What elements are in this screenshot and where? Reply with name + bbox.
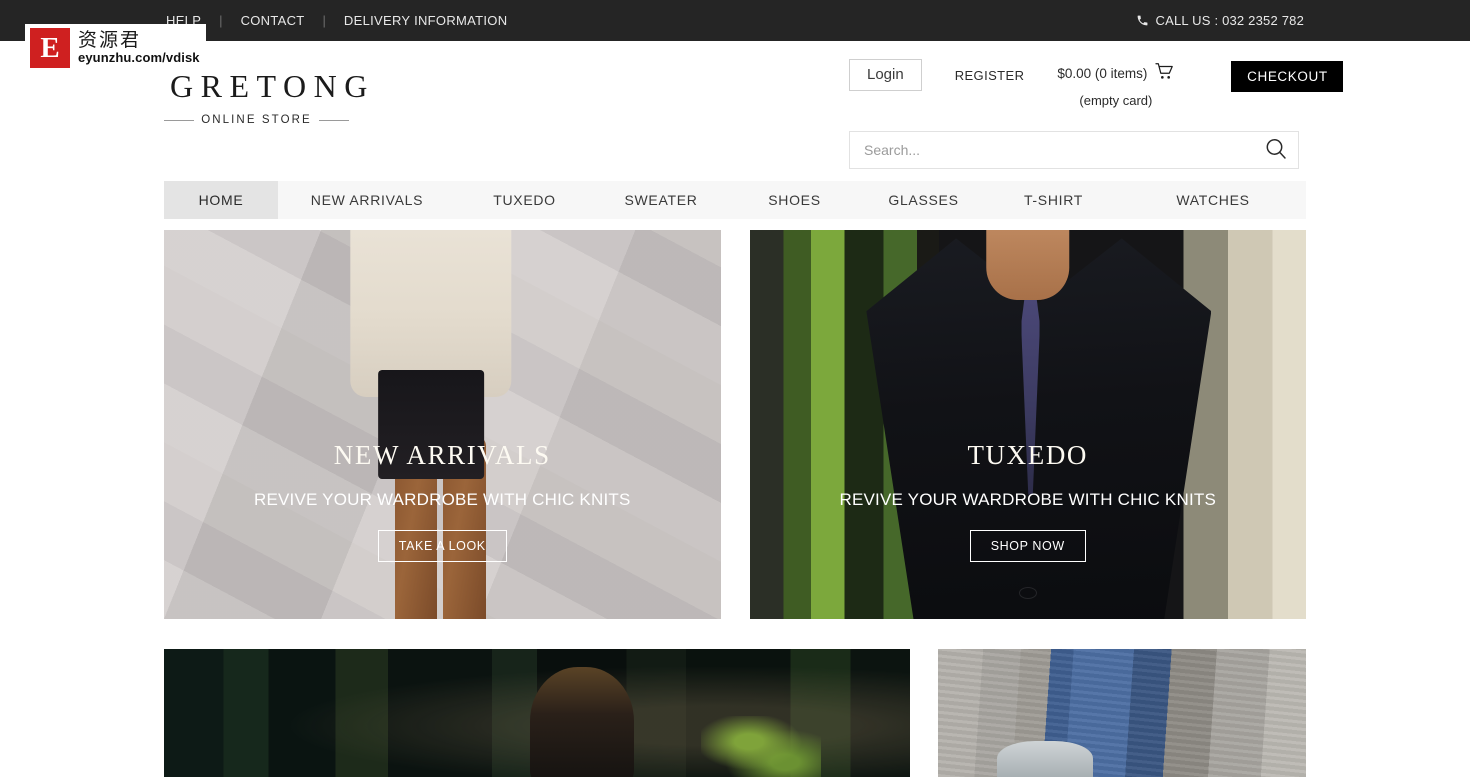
nav-item-tuxedo[interactable]: TUXEDO (456, 181, 593, 219)
search-icon (1264, 137, 1288, 164)
shop-now-button[interactable]: SHOP NOW (969, 530, 1086, 562)
nav-item-watches[interactable]: WATCHES (1120, 181, 1306, 219)
promo-tile-row (164, 649, 1306, 777)
nav-item-sweater[interactable]: SWEATER (593, 181, 729, 219)
hero-banner-row: NEW ARRIVALS REVIVE YOUR WARDROBE WITH C… (164, 230, 1306, 619)
logo-subtitle: ONLINE STORE (201, 114, 312, 126)
nav-item-t-shirt[interactable]: T-SHIRT (987, 181, 1120, 219)
cart-total-text: $0.00 (0 items) (1057, 65, 1148, 81)
take-a-look-button[interactable]: TAKE A LOOK (377, 530, 507, 562)
main-navigation: HOME NEW ARRIVALS TUXEDO SWEATER SHOES G… (164, 181, 1306, 219)
register-link[interactable]: REGISTER (955, 68, 1025, 83)
search-bar (849, 131, 1299, 169)
watermark-url-text: eyunzhu.com/vdisk (78, 49, 200, 65)
call-us-text: CALL US : 032 2352 782 (1155, 13, 1304, 28)
checkout-button[interactable]: CHECKOUT (1231, 61, 1344, 92)
logo-subtitle-row: ONLINE STORE (164, 114, 349, 126)
top-link-separator-1: | (219, 13, 223, 28)
nav-item-shoes[interactable]: SHOES (729, 181, 860, 219)
top-links: HELP | CONTACT | DELIVERY INFORMATION (166, 13, 507, 28)
carousel-indicator-icon[interactable] (1018, 587, 1037, 599)
account-toolbar: Login REGISTER $0.00 (0 items) (empty ca… (849, 59, 1344, 108)
top-link-delivery-information[interactable]: DELIVERY INFORMATION (344, 13, 507, 28)
logo-wordmark: GRETONG (170, 68, 375, 104)
hero-banner-tuxedo[interactable]: TUXEDO REVIVE YOUR WARDROBE WITH CHIC KN… (749, 230, 1306, 619)
search-button[interactable] (1254, 132, 1298, 168)
shopping-cart-icon[interactable] (1155, 63, 1174, 83)
hero-subtitle-tuxedo: REVIVE YOUR WARDROBE WITH CHIC KNITS (839, 490, 1216, 509)
hero-title-new-arrivals: NEW ARRIVALS (333, 440, 551, 470)
nav-item-glasses[interactable]: GLASSES (860, 181, 987, 219)
promo-tile-denim[interactable] (938, 649, 1306, 777)
logo-rule-right (318, 119, 349, 121)
call-us-block: CALL US : 032 2352 782 (1136, 13, 1304, 28)
logo-rule-left (164, 119, 195, 121)
site-header: GRETONG ONLINE STORE Login REGISTER $0.0… (164, 41, 1344, 181)
main-content: NEW ARRIVALS REVIVE YOUR WARDROBE WITH C… (164, 219, 1306, 777)
watermark-chinese-text: 资源君 (78, 28, 142, 51)
cart-summary-block[interactable]: $0.00 (0 items) (empty card) (1057, 63, 1174, 108)
top-link-separator-2: | (322, 13, 326, 28)
hero-title-tuxedo: TUXEDO (967, 440, 1089, 470)
top-link-contact[interactable]: CONTACT (241, 13, 305, 28)
phone-icon (1136, 14, 1149, 27)
top-utility-bar: HELP | CONTACT | DELIVERY INFORMATION CA… (0, 0, 1470, 41)
site-logo[interactable]: GRETONG ONLINE STORE (164, 68, 375, 126)
watermark-overlay: E 资源君 eyunzhu.com/vdisk (25, 24, 206, 72)
login-button[interactable]: Login (849, 59, 922, 91)
search-input[interactable] (850, 132, 1254, 168)
promo-tile-forest[interactable] (164, 649, 911, 777)
hero-banner-new-arrivals[interactable]: NEW ARRIVALS REVIVE YOUR WARDROBE WITH C… (164, 230, 721, 619)
watermark-badge-icon: E (30, 28, 70, 68)
nav-item-home[interactable]: HOME (164, 181, 278, 219)
hero-subtitle-new-arrivals: REVIVE YOUR WARDROBE WITH CHIC KNITS (253, 490, 631, 509)
nav-item-new-arrivals[interactable]: NEW ARRIVALS (278, 181, 456, 219)
watermark-badge-letter: E (40, 31, 60, 64)
cart-status-text: (empty card) (1079, 93, 1153, 108)
